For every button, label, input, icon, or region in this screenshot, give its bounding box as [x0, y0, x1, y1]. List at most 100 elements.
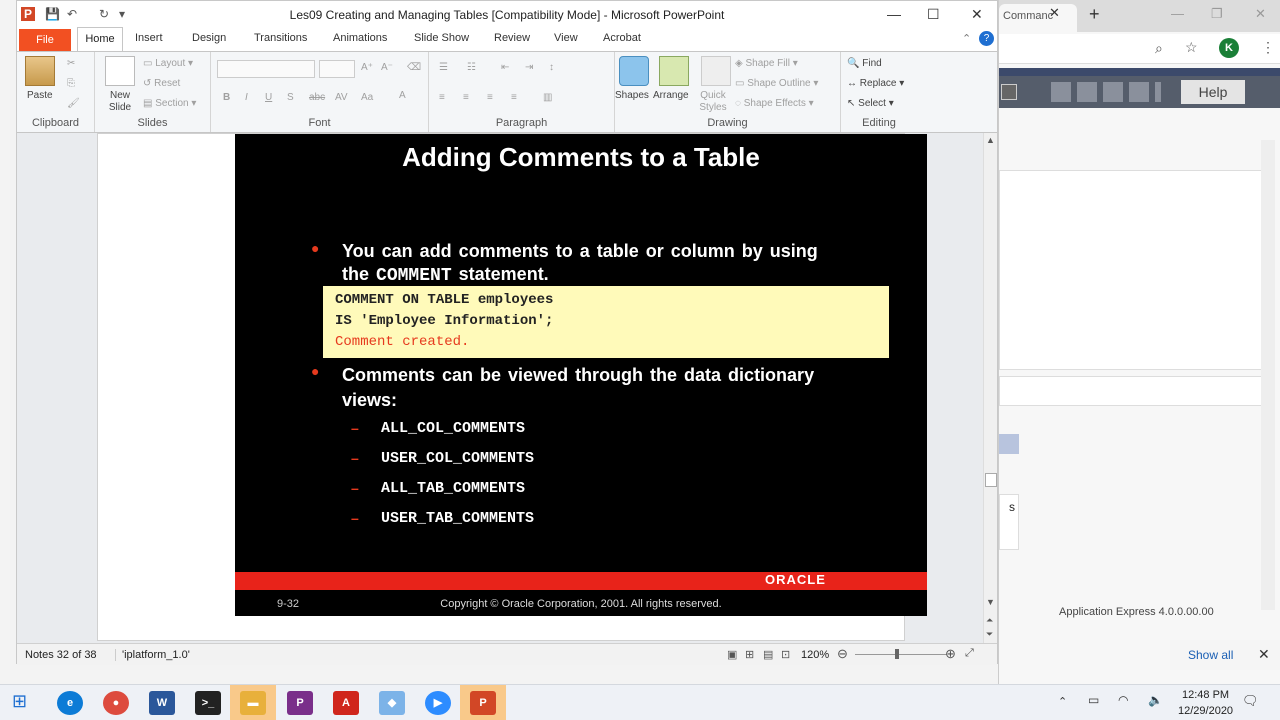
italic-icon[interactable]: I	[245, 92, 248, 103]
new-slide-icon[interactable]	[105, 56, 135, 86]
vertical-scrollbar[interactable]: ▲ ▼ ⏶ ⏷	[983, 133, 997, 643]
increase-indent-icon[interactable]: ⇥	[525, 62, 533, 73]
zoom-icon[interactable]: ⌕	[1155, 40, 1163, 57]
help-icon[interactable]: ?	[979, 31, 994, 46]
justify-icon[interactable]: ≡	[511, 92, 517, 103]
onenote-icon[interactable]: P	[287, 691, 313, 715]
zoom-out-icon[interactable]: ⊖	[837, 646, 848, 662]
font-name-select[interactable]	[217, 60, 315, 78]
align-right-icon[interactable]: ≡	[487, 92, 493, 103]
replace-button[interactable]: ↔ Replace ▾	[847, 78, 904, 89]
tab-view[interactable]: View	[554, 32, 578, 44]
close-tab-icon[interactable]: ✕	[1049, 5, 1060, 21]
star-icon[interactable]: ☆	[1185, 39, 1198, 56]
paste-icon[interactable]	[25, 56, 55, 86]
underline-icon[interactable]: U	[265, 92, 272, 103]
menu-icon[interactable]: ⋮	[1261, 39, 1275, 56]
layout-button[interactable]: ▭ Layout ▾	[143, 58, 193, 69]
clock[interactable]: 12:48 PM 12/29/2020	[1178, 687, 1233, 719]
paste-button[interactable]: Paste	[27, 90, 53, 101]
zoom-slider[interactable]	[855, 654, 947, 655]
slide-sorter-icon[interactable]: ⊞	[745, 648, 754, 661]
shadow-icon[interactable]: S	[287, 92, 294, 103]
reset-button[interactable]: ↺ Reset	[143, 78, 180, 89]
scroll-down-icon[interactable]: ▼	[986, 597, 995, 607]
tab-animations[interactable]: Animations	[333, 32, 387, 44]
change-case-icon[interactable]: Aa	[361, 92, 373, 103]
avatar[interactable]: K	[1219, 38, 1239, 58]
next-page-icon[interactable]: ⏷	[986, 629, 993, 640]
slide[interactable]: Adding Comments to a Table ● You can add…	[235, 134, 927, 616]
bold-icon[interactable]: B	[223, 92, 230, 103]
decrease-indent-icon[interactable]: ⇤	[501, 62, 509, 73]
start-icon[interactable]: ⊞	[12, 691, 27, 712]
dropdown-icon[interactable]	[1001, 84, 1017, 100]
zoom-slider-thumb[interactable]	[895, 649, 899, 659]
shape-effects-button[interactable]: ◌ Shape Effects ▾	[735, 98, 814, 109]
side-tab[interactable]	[999, 434, 1019, 454]
volume-icon[interactable]: 🔈	[1148, 693, 1163, 707]
normal-view-icon[interactable]: ▣	[727, 648, 737, 661]
edge-icon[interactable]: e	[57, 691, 83, 715]
chrome-icon[interactable]: ●	[103, 691, 129, 715]
close-icon[interactable]: ✕	[971, 6, 983, 23]
new-slide-button[interactable]: New Slide	[105, 90, 135, 114]
arrange-button[interactable]: Arrange	[653, 90, 689, 101]
zoom-level[interactable]: 120%	[801, 649, 829, 661]
acrobat-icon[interactable]: A	[333, 691, 359, 715]
shrink-font-icon[interactable]: A⁻	[381, 62, 393, 73]
align-left-icon[interactable]: ≡	[439, 92, 445, 103]
zoom-in-icon[interactable]: ⊕	[945, 646, 956, 662]
reading-view-icon[interactable]: ▤	[763, 648, 773, 661]
bullets-icon[interactable]: ☰	[439, 62, 448, 73]
select-button[interactable]: ↖ Select ▾	[847, 98, 894, 109]
tab-home[interactable]: Home	[77, 27, 123, 51]
shape-outline-button[interactable]: ▭ Shape Outline ▾	[735, 78, 818, 89]
browser-scrollbar[interactable]	[1261, 140, 1275, 610]
terminal-icon[interactable]: >_	[195, 691, 221, 715]
quick-styles-button[interactable]: Quick Styles	[695, 90, 731, 114]
close-downloads-icon[interactable]: ✕	[1258, 646, 1270, 663]
close-window-icon[interactable]: ✕	[1255, 6, 1266, 22]
format-painter-icon[interactable]: 🖌	[67, 98, 80, 109]
columns-icon[interactable]: ▥	[543, 92, 552, 103]
browser-tab[interactable]: Commanc	[999, 4, 1077, 32]
quick-styles-icon[interactable]	[701, 56, 731, 86]
shapes-icon[interactable]	[619, 56, 649, 86]
shapes-button[interactable]: Shapes	[615, 90, 649, 101]
device-icon[interactable]: ▭	[1088, 693, 1099, 707]
tab-transitions[interactable]: Transitions	[254, 32, 307, 44]
wifi-icon[interactable]: ◠	[1118, 693, 1128, 707]
spacing-icon[interactable]: AV	[335, 92, 348, 103]
previous-page-icon[interactable]: ⏶	[986, 615, 993, 626]
scroll-thumb[interactable]	[985, 473, 997, 487]
find-button[interactable]: 🔍 Find	[847, 58, 882, 69]
zoom-app-icon[interactable]: ▶	[425, 691, 451, 715]
new-tab-icon[interactable]: +	[1089, 4, 1100, 25]
scroll-up-icon[interactable]: ▲	[986, 135, 995, 145]
tab-design[interactable]: Design	[192, 32, 226, 44]
collapse-ribbon-icon[interactable]: ⌃	[962, 32, 971, 45]
tab-file[interactable]: File	[19, 29, 71, 51]
minimize-icon[interactable]: —	[1171, 6, 1184, 21]
tab-slide-show[interactable]: Slide Show	[414, 32, 469, 44]
tab-insert[interactable]: Insert	[135, 32, 163, 44]
slide-show-icon[interactable]: ⊡	[781, 648, 790, 661]
align-center-icon[interactable]: ≡	[463, 92, 469, 103]
arrange-icon[interactable]	[659, 56, 689, 86]
app-icon[interactable]: ◆	[379, 691, 405, 715]
file-explorer-icon[interactable]: ▬	[240, 691, 266, 715]
maximize-icon[interactable]: ☐	[927, 6, 940, 23]
strikethrough-icon[interactable]: abc	[309, 92, 325, 103]
section-button[interactable]: ▤ Section ▾	[143, 98, 196, 109]
line-spacing-icon[interactable]: ↕	[549, 62, 554, 73]
show-hidden-icons-icon[interactable]: ⌃	[1058, 695, 1067, 708]
notifications-icon[interactable]: 🗨	[1242, 693, 1259, 709]
clear-format-icon[interactable]: ⌫	[407, 62, 421, 73]
fit-to-window-icon[interactable]: ⤢	[965, 647, 974, 660]
cut-icon[interactable]: ✂	[67, 58, 75, 69]
word-icon[interactable]: W	[149, 691, 175, 715]
tool-icons[interactable]	[1051, 82, 1161, 102]
restore-icon[interactable]: ❐	[1211, 6, 1223, 22]
show-all-button[interactable]: Show all	[1188, 648, 1233, 662]
